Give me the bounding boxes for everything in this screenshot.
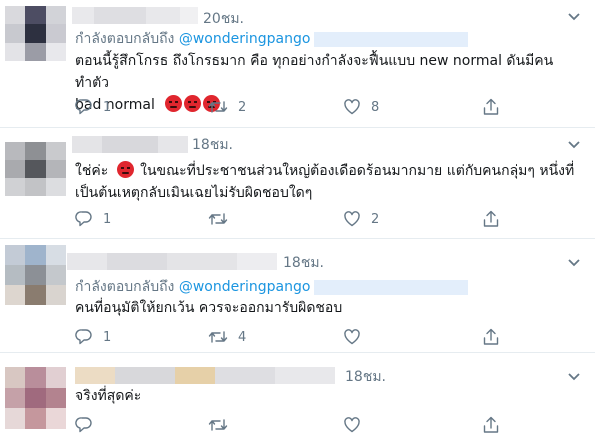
share-icon	[483, 416, 499, 433]
display-name-blurred[interactable]	[72, 7, 198, 24]
reply-count: 1	[103, 99, 112, 115]
share-button[interactable]	[482, 416, 500, 434]
avatar[interactable]	[5, 367, 66, 429]
tweet-actions: 1 2	[75, 210, 580, 230]
reply-prefix: กำลังตอบกลับถึง	[75, 31, 175, 47]
tweet-text-line: เป็นต้นเหตุกลับเมินเฉยไม่รับผิดชอบใดๆ	[75, 185, 313, 201]
tweet-text-line: ตอนนี้รู้สึกโกรธ ถึงโกรธมาก คือ ทุกอย่าง…	[75, 53, 554, 91]
chevron-down-icon[interactable]	[567, 140, 581, 150]
heart-icon	[344, 99, 360, 115]
retweet-count: 2	[238, 99, 247, 115]
tweet-text-line: ในขณะที่ประชาชนส่วนใหญ่ต้องเดือดร้อนมากม…	[135, 163, 575, 179]
like-button[interactable]: 8	[343, 98, 379, 116]
chevron-down-icon[interactable]	[567, 372, 581, 382]
like-button[interactable]	[343, 416, 361, 434]
reply-prefix: กำลังตอบกลับถึง	[75, 279, 175, 295]
tweet-text: ใช่ค่ะ ในขณะที่ประชาชนส่วนใหญ่ต้องเดือดร…	[75, 160, 580, 204]
tweet-actions: 1 2 8	[75, 98, 580, 118]
reply-button[interactable]	[75, 416, 93, 434]
tweet-1[interactable]: 20ชม. กำลังตอบกลับถึง @wonderingpango ตอ…	[0, 0, 595, 128]
tweet-2[interactable]: 18ชม. ใช่ค่ะ ในขณะที่ประชาชนส่วนใหญ่ต้อง…	[0, 128, 595, 239]
tweet-text-line: คนที่อนุมัติให้ยกเว้น ควรจะออกมารับผิดชอ…	[75, 300, 343, 316]
retweet-button[interactable]	[208, 210, 238, 228]
tweet-text: จริงที่สุดค่ะ	[75, 385, 580, 407]
reply-handle-link[interactable]: @wonderingpango	[179, 279, 311, 295]
tweet-actions	[75, 416, 580, 436]
reply-icon	[75, 99, 92, 115]
tweet-text-line: ใช่ค่ะ	[75, 163, 109, 179]
retweet-button[interactable]	[208, 416, 228, 434]
reply-context: กำลังตอบกลับถึง @wonderingpango	[75, 276, 469, 298]
blurred-handles	[314, 31, 469, 47]
tweet-time[interactable]: 20ชม.	[203, 8, 244, 30]
tweet-time[interactable]: 18ชม.	[283, 252, 324, 274]
heart-icon	[344, 417, 360, 433]
tweet-text-line: จริงที่สุดค่ะ	[75, 388, 142, 404]
retweet-icon	[208, 419, 228, 431]
reply-icon	[75, 211, 92, 227]
reply-button[interactable]: 1	[75, 98, 111, 116]
chevron-down-icon[interactable]	[567, 12, 581, 22]
reply-button[interactable]: 1	[75, 210, 111, 228]
share-icon	[483, 210, 499, 227]
retweet-button[interactable]: 4	[208, 328, 246, 346]
share-button[interactable]	[482, 210, 500, 228]
reply-button[interactable]: 1	[75, 328, 111, 346]
blurred-handles	[314, 279, 469, 295]
avatar[interactable]	[5, 142, 66, 196]
reply-icon	[75, 417, 92, 433]
chevron-down-icon[interactable]	[567, 258, 581, 268]
like-count: 8	[371, 99, 380, 115]
avatar[interactable]	[5, 6, 66, 61]
like-button[interactable]: 2	[343, 210, 379, 228]
reply-handle-link[interactable]: @wonderingpango	[179, 31, 311, 47]
heart-icon	[344, 211, 360, 227]
retweet-button[interactable]: 2	[208, 98, 246, 116]
retweet-icon	[208, 213, 228, 225]
display-name-blurred[interactable]	[72, 136, 188, 153]
share-button[interactable]	[482, 328, 500, 346]
retweet-icon	[208, 101, 228, 113]
share-icon	[483, 98, 499, 115]
avatar[interactable]	[5, 245, 66, 305]
display-name-blurred[interactable]	[75, 367, 335, 384]
pouting-face-icon	[116, 161, 134, 178]
retweet-icon	[208, 331, 228, 343]
share-button[interactable]	[482, 98, 500, 116]
reply-count: 1	[103, 211, 112, 227]
tweet-4[interactable]: 18ชม. จริงที่สุดค่ะ	[0, 353, 595, 440]
tweet-text: คนที่อนุมัติให้ยกเว้น ควรจะออกมารับผิดชอ…	[75, 297, 580, 319]
tweet-time[interactable]: 18ชม.	[192, 134, 233, 156]
heart-icon	[344, 329, 360, 345]
reply-context: กำลังตอบกลับถึง @wonderingpango	[75, 28, 469, 50]
display-name-blurred[interactable]	[67, 253, 277, 270]
tweet-3[interactable]: 18ชม. กำลังตอบกลับถึง @wonderingpango คน…	[0, 239, 595, 353]
share-icon	[483, 328, 499, 345]
like-button[interactable]	[343, 328, 371, 346]
retweet-count: 4	[238, 329, 247, 345]
like-count: 2	[371, 211, 380, 227]
tweet-actions: 1 4	[75, 328, 580, 348]
reply-icon	[75, 329, 92, 345]
reply-count: 1	[103, 329, 112, 345]
